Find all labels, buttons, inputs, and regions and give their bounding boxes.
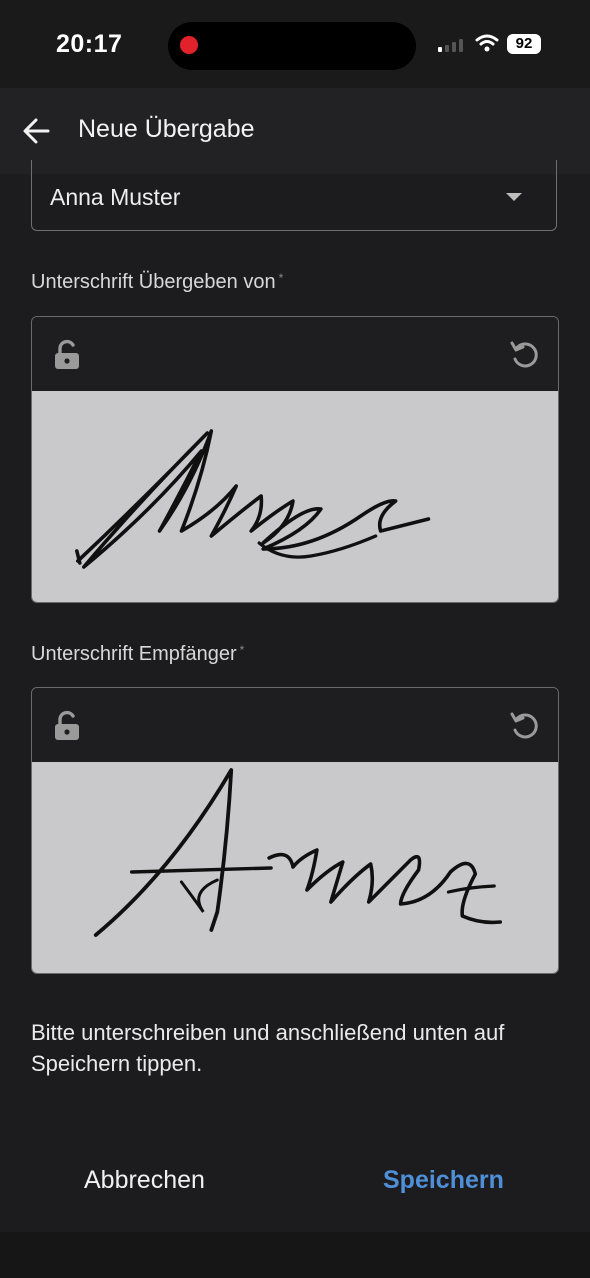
signature-canvas[interactable]	[32, 762, 558, 973]
signature-toolbar	[32, 317, 558, 391]
signature-canvas[interactable]	[32, 391, 558, 602]
person-select[interactable]: Anna Muster	[31, 160, 557, 231]
dynamic-island	[168, 22, 416, 70]
required-mark: *	[278, 271, 284, 285]
signature-label-sender: Unterschrift Übergeben von *	[31, 271, 283, 294]
cancel-button[interactable]: Abbrechen	[84, 1166, 205, 1195]
save-button[interactable]: Speichern	[383, 1166, 504, 1195]
signal-icon	[438, 39, 463, 52]
screen: 20:17 92 Neue Übergabe Anna Muster Unter…	[0, 0, 590, 1278]
status-bar: 20:17 92	[0, 0, 590, 88]
required-mark: *	[239, 643, 245, 657]
battery-icon: 92	[507, 34, 541, 54]
arrow-left-icon[interactable]	[14, 108, 60, 154]
reset-icon[interactable]	[508, 708, 542, 742]
caret-down-icon	[506, 193, 522, 201]
signature-pad-sender	[31, 316, 559, 603]
select-value: Anna Muster	[50, 184, 181, 210]
signature-pad-recipient	[31, 687, 559, 974]
wifi-icon	[475, 34, 499, 52]
signature-drawing	[75, 429, 431, 569]
signature-label-recipient: Unterschrift Empfänger *	[31, 643, 244, 666]
signature-label-text: Unterschrift Übergeben von	[31, 271, 276, 293]
page-title: Neue Übergabe	[78, 115, 255, 143]
lock-open-icon[interactable]	[52, 339, 82, 371]
signature-drawing	[93, 768, 503, 937]
lock-open-icon[interactable]	[52, 710, 82, 742]
instruction-text: Bitte unterschreiben und anschließend un…	[31, 1020, 505, 1076]
signature-label-text: Unterschrift Empfänger	[31, 643, 237, 665]
reset-icon[interactable]	[508, 337, 542, 371]
recording-indicator-icon	[180, 36, 198, 54]
signature-toolbar	[32, 688, 558, 762]
home-indicator-area	[0, 1232, 590, 1278]
status-time: 20:17	[56, 30, 123, 58]
